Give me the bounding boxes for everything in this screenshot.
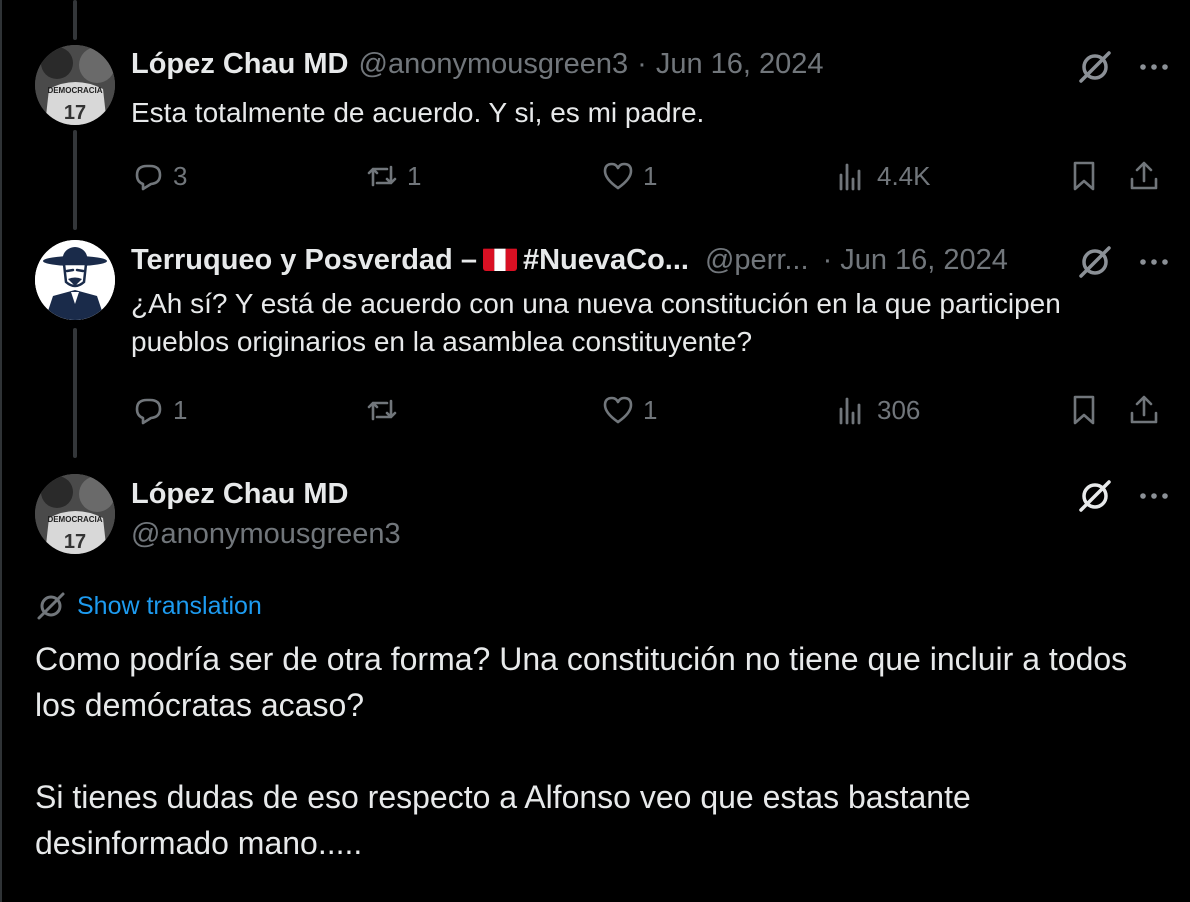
grok-icon[interactable] — [1076, 243, 1114, 281]
bookmark-button[interactable] — [1067, 156, 1101, 196]
repost-icon — [367, 399, 397, 421]
views-button[interactable]: 306 — [835, 390, 920, 430]
grok-icon[interactable] — [1076, 477, 1114, 515]
more-icon[interactable] — [1136, 478, 1172, 514]
views-button[interactable]: 4.4K — [835, 156, 931, 196]
share-icon — [1130, 395, 1158, 424]
post-date[interactable]: Jun 16, 2024 — [840, 244, 1008, 277]
avatar-photo-graphic: DEMOCRACIA 17 — [35, 474, 115, 554]
post-header: López Chau MD @anonymousgreen3 · Jun 16,… — [131, 48, 824, 81]
peru-flag-icon — [482, 247, 517, 271]
author-name[interactable]: López Chau MD — [131, 478, 349, 511]
post-text-line: ¿Ah sí? Y está de acuerdo con una nueva … — [131, 288, 1061, 319]
author-name[interactable]: Terruqueo y Posverdad – #NuevaCo... — [131, 244, 689, 277]
author-name-suffix: #NuevaCo... — [522, 244, 689, 276]
avatar[interactable]: DEMOCRACIA 17 — [35, 45, 115, 125]
more-icon[interactable] — [1136, 244, 1172, 280]
view-count: 306 — [877, 394, 921, 425]
author-handle[interactable]: @perr... — [705, 244, 809, 277]
avatar-logo-graphic — [35, 240, 115, 320]
reply-icon — [135, 164, 162, 191]
author-name[interactable]: López Chau MD — [131, 48, 349, 81]
views-icon — [839, 397, 861, 425]
view-count: 4.4K — [877, 160, 931, 191]
post-text-line: pueblos originarios en la asamblea const… — [131, 326, 753, 357]
reply-button[interactable]: 3 — [131, 156, 187, 196]
post-date[interactable]: Jun 16, 2024 — [656, 48, 824, 81]
translate-icon — [37, 592, 65, 620]
post-corner-actions — [1076, 48, 1172, 86]
svg-text:17: 17 — [64, 102, 86, 124]
thread-view: DEMOCRACIA 17 López Chau MD @anonymousgr… — [0, 0, 1190, 902]
grok-icon[interactable] — [1076, 48, 1114, 86]
reply-button[interactable]: 1 — [131, 390, 187, 430]
more-icon[interactable] — [1136, 49, 1172, 85]
thread-connector — [73, 130, 77, 230]
svg-text:17: 17 — [64, 531, 86, 553]
like-button[interactable]: 1 — [601, 390, 657, 430]
action-bar: 1 1 306 — [131, 390, 1171, 430]
post-corner-actions — [1076, 477, 1172, 515]
avatar[interactable] — [35, 240, 115, 320]
post-text: ¿Ah sí? Y está de acuerdo con una nueva … — [131, 285, 1061, 361]
share-button[interactable] — [1127, 390, 1161, 430]
svg-text:DEMOCRACIA: DEMOCRACIA — [47, 515, 102, 524]
like-icon — [603, 162, 633, 190]
post-header: Terruqueo y Posverdad – #NuevaCo... @perr… — [131, 244, 1008, 277]
reply-count: 3 — [173, 160, 188, 191]
share-icon — [1130, 161, 1158, 190]
post-paragraph: Como podría ser de otra forma? Una const… — [35, 641, 1128, 723]
main-post-text: Como podría ser de otra forma? Una const… — [35, 636, 1155, 866]
reply-count: 1 — [173, 394, 188, 425]
bookmark-button[interactable] — [1067, 390, 1101, 430]
repost-count: 1 — [407, 160, 422, 191]
share-button[interactable] — [1127, 156, 1161, 196]
views-icon — [839, 163, 861, 191]
bookmark-icon — [1073, 161, 1095, 191]
thread-connector — [73, 328, 77, 458]
like-count: 1 — [643, 394, 658, 425]
bookmark-icon — [1073, 395, 1095, 425]
repost-icon — [367, 165, 397, 187]
show-translation-label: Show translation — [77, 591, 262, 620]
post-corner-actions — [1076, 243, 1172, 281]
author-handle[interactable]: @anonymousgreen3 — [359, 48, 629, 81]
like-button[interactable]: 1 — [601, 156, 657, 196]
like-icon — [603, 396, 633, 424]
separator-dot: · — [637, 48, 647, 80]
avatar[interactable]: DEMOCRACIA 17 — [35, 474, 115, 554]
thread-connector — [73, 0, 77, 40]
like-count: 1 — [643, 160, 658, 191]
separator-dot: · — [822, 244, 833, 276]
post-text: Esta totalmente de acuerdo. Y si, es mi … — [131, 97, 705, 128]
show-translation-link[interactable]: Show translation — [35, 590, 262, 622]
author-handle[interactable]: @anonymousgreen3 — [131, 518, 401, 551]
reply-icon — [135, 398, 162, 425]
svg-text:DEMOCRACIA: DEMOCRACIA — [47, 86, 102, 95]
author-name-prefix: Terruqueo y Posverdad – — [131, 244, 477, 276]
post-paragraph: Si tienes dudas de eso respecto a Alfons… — [35, 779, 971, 861]
action-bar: 3 1 1 4.4K — [131, 156, 1171, 196]
divider — [0, 0, 2, 902]
repost-button[interactable] — [365, 390, 407, 430]
repost-button[interactable]: 1 — [365, 156, 421, 196]
avatar-photo-graphic: DEMOCRACIA 17 — [35, 45, 115, 125]
